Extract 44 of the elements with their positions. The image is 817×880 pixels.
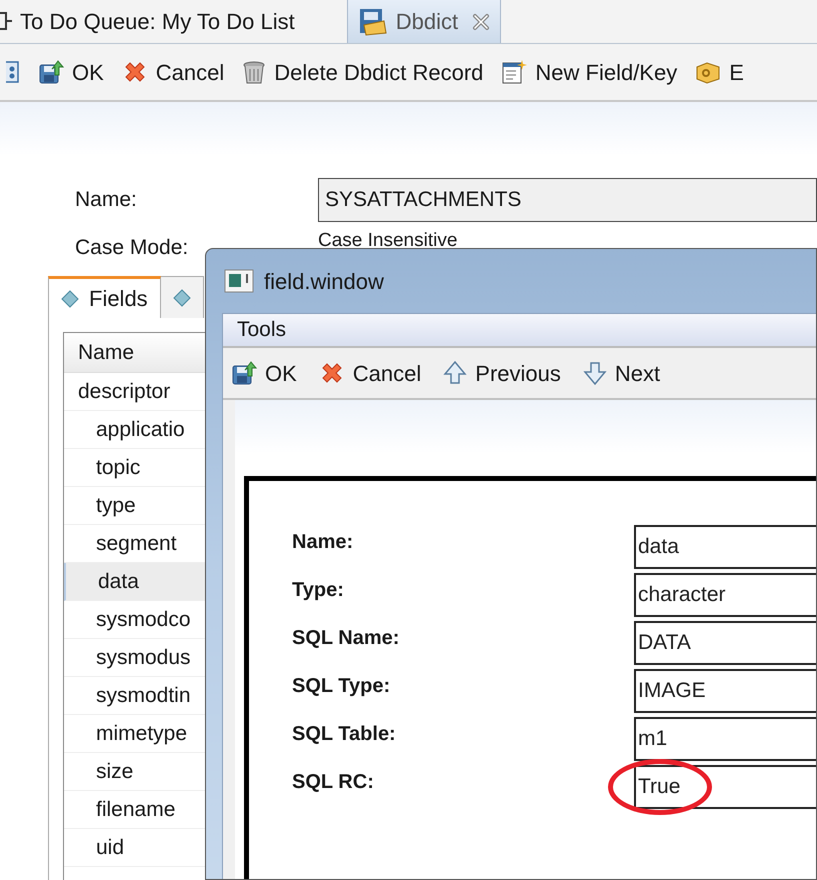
- folder-tab[interactable]: Fields: [48, 276, 161, 318]
- diamond-icon: [172, 288, 191, 306]
- queue-icon: [0, 9, 12, 33]
- field-label: SQL RC:: [292, 770, 375, 795]
- database-icon: [358, 6, 388, 36]
- tab-label: Dbdict: [396, 8, 458, 36]
- save-icon: [38, 59, 64, 85]
- trash-icon: [242, 59, 266, 85]
- form-label: Case Mode:: [75, 235, 190, 262]
- text-field[interactable]: True: [634, 765, 816, 809]
- dialog-title: field.window: [264, 268, 384, 296]
- field-label: SQL Name:: [292, 626, 400, 651]
- form-label: Name:: [75, 187, 138, 214]
- up-arrow-icon: [443, 360, 468, 386]
- editor-tab[interactable]: Dbdict: [346, 0, 502, 43]
- field-label: SQL Type:: [292, 674, 392, 699]
- toolbar-button[interactable]: E: [689, 52, 750, 92]
- toolbar-button[interactable]: Cancel: [312, 353, 428, 393]
- toolbar-button[interactable]: Cancel: [116, 52, 230, 92]
- down-arrow-icon: [582, 360, 607, 386]
- text-field[interactable]: data: [634, 525, 816, 569]
- editor-tab[interactable]: To Do Queue: My To Do List: [0, 0, 347, 43]
- save-icon: [231, 360, 257, 386]
- field-label: SQL Table:: [292, 722, 397, 747]
- name-field[interactable]: SYSATTACHMENTS: [318, 178, 817, 222]
- text-field[interactable]: IMAGE: [634, 669, 816, 713]
- window-icon: [224, 269, 254, 293]
- toolbar-button[interactable]: Delete Dbdict Record: [236, 52, 490, 92]
- text-field[interactable]: character: [634, 573, 816, 617]
- window-icon: [6, 61, 20, 83]
- tab-label: To Do Queue: My To Do List: [20, 8, 295, 36]
- toolbar-button[interactable]: Next: [576, 353, 666, 393]
- field-label: Type:: [292, 578, 345, 603]
- close-icon[interactable]: [472, 12, 490, 30]
- case-mode-value: Case Insensitive: [318, 231, 458, 251]
- folder-tab[interactable]: [160, 276, 204, 318]
- text-field[interactable]: m1: [634, 717, 816, 761]
- field-label: Name:: [292, 530, 354, 555]
- toolbar-button[interactable]: OK: [32, 52, 110, 92]
- text-field[interactable]: DATA: [634, 621, 816, 665]
- toolbar-button[interactable]: Previous: [437, 353, 567, 393]
- toolbar-button[interactable]: New Field/Key: [495, 52, 684, 92]
- new-document-icon: [501, 59, 528, 85]
- diamond-icon: [61, 290, 79, 308]
